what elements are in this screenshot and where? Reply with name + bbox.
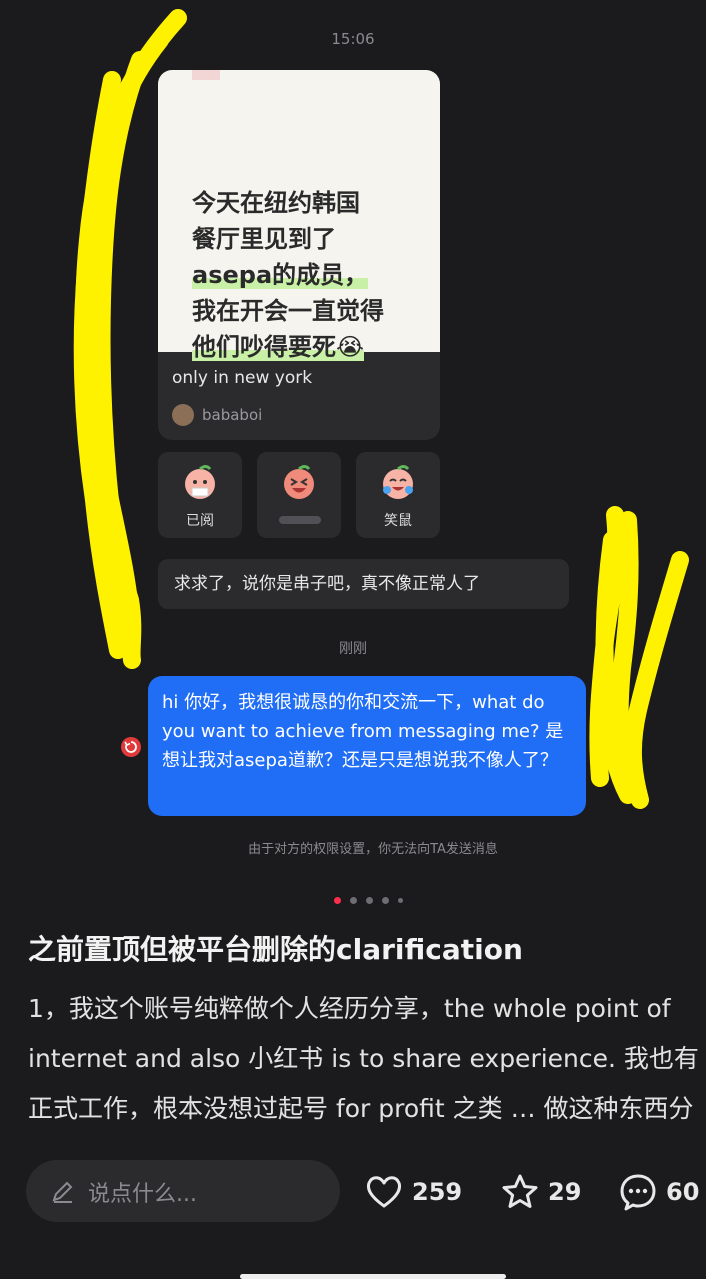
sticker-row: 已阅 笑鼠 — [158, 452, 440, 538]
chat-timestamp: 15:06 — [331, 30, 375, 48]
comment-input[interactable]: 说点什么... — [26, 1160, 340, 1222]
author-avatar — [172, 404, 194, 426]
post-image-line-4: 我在开会一直觉得 — [192, 297, 384, 325]
sticker-xiaoshu[interactable]: 笑鼠 — [356, 452, 440, 538]
pagination-dot — [398, 898, 403, 903]
shared-post-image[interactable]: 今天在纽约韩国 餐厅里见到了 asepa的成员， 我在开会一直觉得 他们吵得要死… — [158, 70, 440, 361]
sticker-label: 笑鼠 — [384, 513, 412, 529]
pagination-dot — [350, 897, 357, 904]
star-icon — [502, 1174, 538, 1208]
image-pagination — [334, 897, 414, 905]
permission-notice: 由于对方的权限设置，你无法向TA发送消息 — [248, 842, 498, 857]
like-button[interactable]: 259 — [364, 1172, 462, 1212]
pagination-dot — [366, 897, 373, 904]
collect-count: 29 — [548, 1178, 582, 1206]
divider — [0, 1140, 706, 1148]
post-image-line-1: 今天在纽约韩国 — [192, 189, 360, 217]
sticker-yiyue[interactable]: 已阅 — [158, 452, 242, 538]
sticker-label: 已阅 — [186, 513, 214, 529]
decor-tag — [192, 70, 220, 80]
post-image-line-2: 餐厅里见到了 — [192, 225, 336, 253]
shared-post-card[interactable]: 今天在纽约韩国 餐厅里见到了 asepa的成员， 我在开会一直觉得 他们吵得要死… — [158, 70, 440, 440]
incoming-message[interactable]: 求求了，说你是串子吧，真不像正常人了 — [158, 559, 569, 609]
shared-post-author[interactable]: bababoi — [172, 402, 262, 428]
pagination-dot-active — [334, 897, 341, 904]
comment-button[interactable]: 60 — [618, 1172, 699, 1212]
peach-reading-icon — [185, 465, 215, 499]
comment-count: 60 — [666, 1178, 700, 1206]
peach-laughing-icon — [284, 465, 314, 499]
post-image-line-3: asepa的成员， — [192, 261, 369, 289]
recent-timestamp: 刚刚 — [339, 641, 367, 657]
sticker-blurred[interactable] — [257, 452, 341, 538]
home-indicator[interactable] — [240, 1274, 506, 1279]
post-image-line-5: 他们吵得要死😭 — [192, 333, 365, 361]
bottom-action-bar: 说点什么... 259 29 60 — [0, 1148, 706, 1279]
heart-icon — [366, 1176, 402, 1208]
post-title: 之前置顶但被平台删除的clarification — [28, 933, 523, 966]
comment-placeholder: 说点什么... — [88, 1182, 197, 1207]
peach-crying-laugh-icon — [383, 465, 413, 499]
blurred-label — [279, 516, 321, 524]
outgoing-message[interactable]: hi 你好，我想很诚恳的你和交流一下，what do you want to a… — [148, 676, 586, 816]
pen-icon — [52, 1181, 73, 1203]
shared-post-caption: only in new york — [172, 368, 313, 388]
pagination-dot — [382, 897, 389, 904]
send-failed-icon[interactable] — [121, 737, 141, 757]
collect-button[interactable]: 29 — [500, 1172, 581, 1212]
author-name: bababoi — [202, 406, 263, 424]
like-count: 259 — [412, 1178, 463, 1206]
comment-bubble-icon — [620, 1174, 656, 1211]
